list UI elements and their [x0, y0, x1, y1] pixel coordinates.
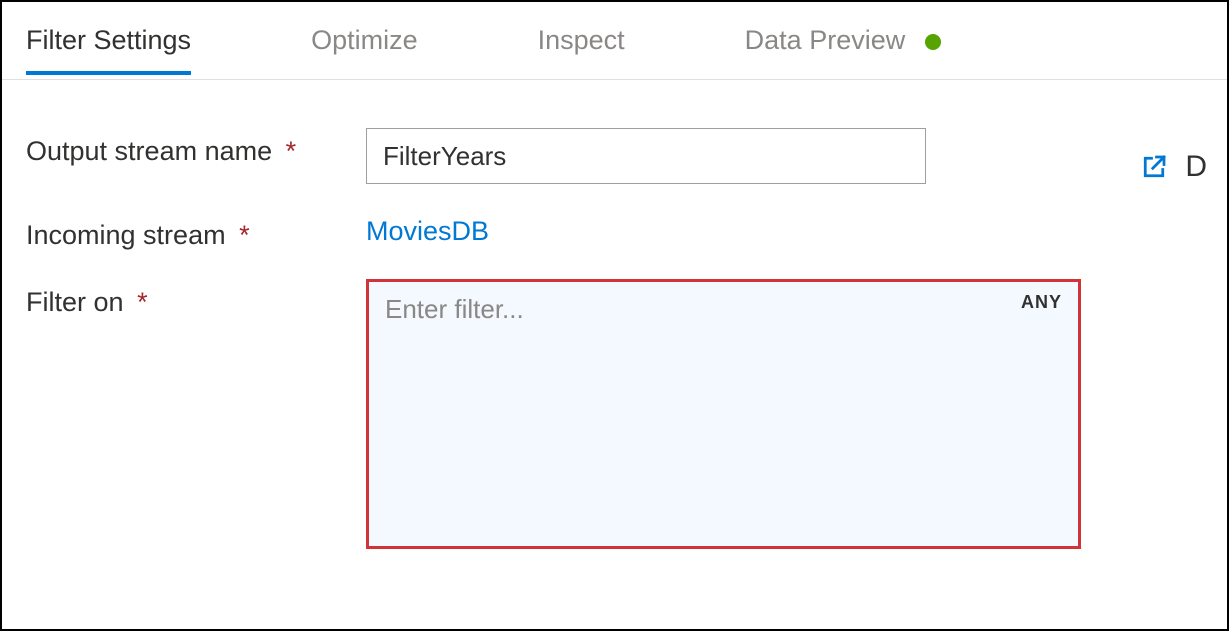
- tab-data-preview-label: Data Preview: [745, 25, 906, 55]
- truncated-label: D: [1185, 150, 1207, 184]
- required-asterisk: *: [286, 136, 297, 166]
- tab-filter-settings[interactable]: Filter Settings: [26, 7, 191, 74]
- filter-expression-input[interactable]: Enter filter... ANY: [366, 279, 1081, 549]
- tab-bar: Filter Settings Optimize Inspect Data Pr…: [2, 2, 1227, 80]
- incoming-stream-link[interactable]: MoviesDB: [366, 212, 489, 247]
- label-incoming-stream-text: Incoming stream: [26, 220, 226, 250]
- label-output-stream: Output stream name *: [26, 128, 366, 167]
- required-asterisk: *: [239, 220, 250, 250]
- open-external-icon[interactable]: [1139, 152, 1169, 182]
- label-incoming-stream: Incoming stream *: [26, 212, 366, 251]
- label-filter-on-text: Filter on: [26, 287, 124, 317]
- tab-optimize[interactable]: Optimize: [311, 7, 418, 74]
- label-filter-on: Filter on *: [26, 279, 366, 318]
- row-incoming-stream: Incoming stream * MoviesDB: [26, 212, 1203, 251]
- filter-any-badge: ANY: [1021, 292, 1062, 313]
- row-filter-on: Filter on * Enter filter... ANY: [26, 279, 1203, 549]
- required-asterisk: *: [137, 287, 148, 317]
- row-output-stream: Output stream name *: [26, 128, 1203, 184]
- label-output-stream-text: Output stream name: [26, 136, 272, 166]
- tab-data-preview[interactable]: Data Preview: [745, 7, 941, 74]
- right-extra: D: [1139, 150, 1207, 184]
- form-area: Output stream name * Incoming stream * M…: [2, 80, 1227, 617]
- status-dot-icon: [925, 34, 941, 50]
- filter-placeholder: Enter filter...: [385, 294, 524, 324]
- tab-inspect[interactable]: Inspect: [538, 7, 625, 74]
- output-stream-input[interactable]: [366, 128, 926, 184]
